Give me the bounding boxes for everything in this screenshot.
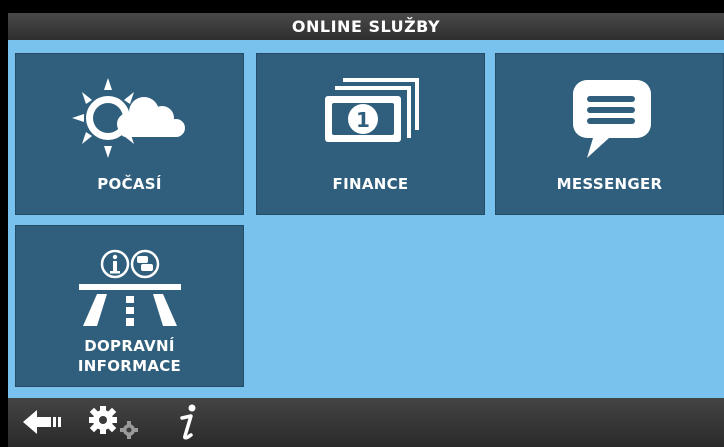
svg-text:1: 1 bbox=[356, 108, 370, 132]
back-arrow-icon bbox=[23, 410, 61, 434]
tile-grid: POČASÍ 1 FINANCE MESSENGER DOPRAVNÍ INFO… bbox=[8, 40, 724, 398]
page-title: ONLINE SLUŽBY bbox=[291, 17, 441, 36]
banknote-icon: 1 bbox=[324, 78, 419, 142]
info-icon bbox=[180, 404, 196, 440]
tile-finance[interactable]: 1 FINANCE bbox=[256, 53, 485, 215]
tile-messenger-label: MESSENGER bbox=[556, 175, 663, 193]
info-button[interactable] bbox=[168, 402, 208, 442]
traffic-info-icon bbox=[78, 249, 181, 326]
tile-messenger[interactable]: MESSENGER bbox=[495, 53, 724, 215]
weather-icon bbox=[71, 78, 185, 158]
tile-finance-label: FINANCE bbox=[332, 175, 409, 193]
settings-gears-icon bbox=[89, 406, 138, 439]
chat-icon bbox=[572, 80, 651, 158]
tile-weather[interactable]: POČASÍ bbox=[15, 53, 244, 215]
tile-traffic-info[interactable]: DOPRAVNÍ INFORMACE bbox=[15, 225, 244, 387]
header-bar: ONLINE SLUŽBY bbox=[8, 13, 724, 40]
footer-bar bbox=[8, 398, 724, 447]
tile-traffic-info-label-line2: INFORMACE bbox=[77, 357, 182, 375]
tile-weather-label: POČASÍ bbox=[97, 175, 162, 193]
tile-traffic-info-label: DOPRAVNÍ INFORMACE bbox=[16, 336, 243, 376]
tile-traffic-info-label-line1: DOPRAVNÍ bbox=[84, 337, 175, 355]
settings-button[interactable] bbox=[82, 402, 146, 442]
app-frame: ONLINE SLUŽBY POČASÍ 1 FINANCE MESSENGER… bbox=[8, 13, 724, 447]
back-button[interactable] bbox=[16, 402, 70, 442]
